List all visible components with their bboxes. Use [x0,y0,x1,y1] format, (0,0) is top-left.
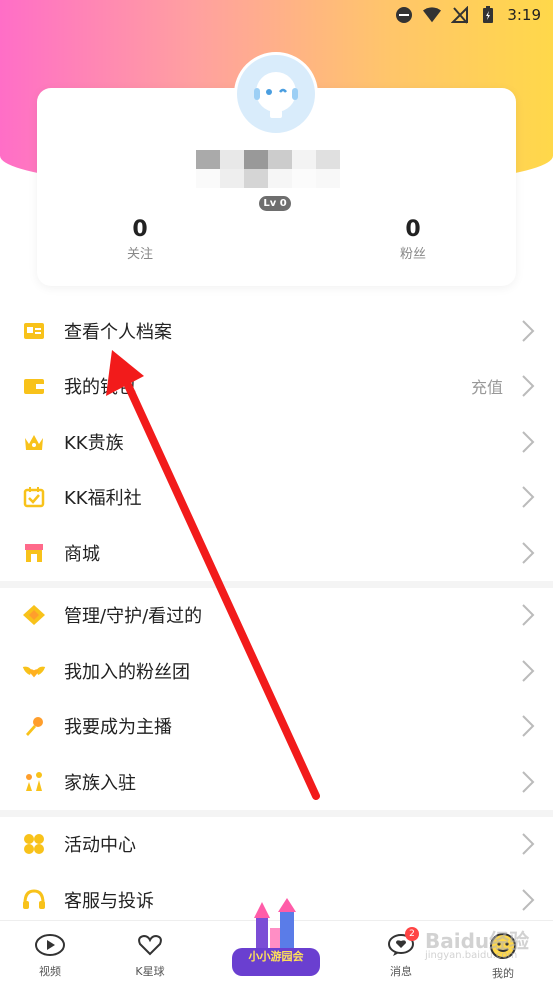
status-bar: 3:19 [0,0,553,30]
do-not-disturb-icon [395,6,413,24]
nickname-pixel [316,169,340,188]
nickname-pixel [244,169,268,188]
chevron-right-icon [522,660,535,682]
chevron-right-icon [522,889,535,911]
nav-tab-video[interactable]: 视频 [20,933,80,979]
nickname-pixel [220,169,244,188]
no-signal-icon [451,6,469,24]
menu-item-profile[interactable]: 查看个人档案 [0,303,553,359]
following-count: 0 [132,217,148,242]
nickname-pixel [244,150,268,169]
fans-label: 粉丝 [399,247,426,262]
calendar-check-icon [22,485,46,509]
profile-card-icon [22,319,46,343]
menu-item-shop[interactable]: 商城 [0,525,553,581]
diamond-icon [22,603,46,627]
menu-label: 查看个人档案 [64,321,172,343]
menu-label: 我要成为主播 [64,717,172,739]
wifi-icon [423,6,442,24]
menu-item-activity-center[interactable]: 活动中心 [0,817,553,873]
heart-planet-icon [138,934,162,956]
menu-item-manage[interactable]: 管理/守护/看过的 [0,588,553,644]
messages-badge: 2 [405,927,419,941]
menu-label: 管理/守护/看过的 [64,606,203,628]
battery-icon [479,6,497,24]
menu-item-kk-noble[interactable]: KK贵族 [0,414,553,470]
video-play-icon [35,934,65,956]
chevron-right-icon [522,486,535,508]
following-stat[interactable]: 0 关注 [80,215,200,265]
menu-label: KK福利社 [64,488,142,510]
chevron-right-icon [522,320,535,342]
shop-icon [22,541,46,565]
headset-icon [22,888,46,912]
recharge-link[interactable]: 充值 [471,374,503,398]
menu-label: 客服与投诉 [64,890,154,912]
nickname-pixel [196,169,220,188]
menu-item-fan-club[interactable]: 我加入的粉丝团 [0,643,553,699]
nav-label: K星球 [135,965,165,978]
status-time: 3:19 [507,6,541,24]
menu-label: 家族入驻 [64,772,136,794]
nav-tab-kstar[interactable]: K星球 [120,933,180,979]
menu-label: 我的钱包 [64,377,136,399]
nav-label: 消息 [390,965,412,978]
chevron-right-icon [522,431,535,453]
menu-group-primary: 查看个人档案 我的钱包 充值 KK贵族 KK福利社 商城 管理/守护/看过的 我… [0,303,553,928]
level-badge: Lv 0 [259,196,291,211]
avatar[interactable] [234,52,318,136]
event-button[interactable]: 小小游园会 [226,898,326,980]
nav-tab-messages[interactable]: 2 消息 [371,927,431,979]
nickname-pixel [292,150,316,169]
robot-avatar-icon [254,72,298,118]
crown-icon [22,430,46,454]
menu-label: KK贵族 [64,432,124,454]
following-label: 关注 [126,247,153,262]
castle-event-icon: 小小游园会 [232,898,320,976]
chevron-right-icon [522,715,535,737]
section-divider [0,580,553,588]
nickname-pixel [220,150,244,169]
section-divider [0,809,553,817]
wallet-icon [22,374,46,398]
chevron-right-icon [522,542,535,564]
nickname-pixel [196,150,220,169]
chevron-right-icon [522,375,535,397]
nickname-pixel [292,169,316,188]
chevron-right-icon [522,833,535,855]
fans-count: 0 [405,217,421,242]
nickname-pixel [268,150,292,169]
nickname-pixel [316,150,340,169]
clover-icon [22,832,46,856]
fans-stat[interactable]: 0 粉丝 [353,215,473,265]
menu-item-family[interactable]: 家族入驻 [0,754,553,810]
wings-heart-icon [22,659,46,683]
menu-item-wallet[interactable]: 我的钱包 充值 [0,359,553,415]
menu-label: 活动中心 [64,835,136,857]
chevron-right-icon [522,604,535,626]
family-icon [22,770,46,794]
menu-label: 商城 [64,543,100,565]
watermark-url: jingyan.baidu.com [425,950,518,961]
menu-item-become-host[interactable]: 我要成为主播 [0,699,553,755]
event-label: 小小游园会 [248,949,305,963]
nav-label: 我的 [492,967,514,980]
nav-label: 视频 [39,965,61,978]
nickname-pixel [268,169,292,188]
menu-label: 我加入的粉丝团 [64,661,190,683]
microphone-icon [22,714,46,738]
menu-item-kk-welfare[interactable]: KK福利社 [0,470,553,526]
blurred-nickname [196,150,363,188]
chevron-right-icon [522,771,535,793]
